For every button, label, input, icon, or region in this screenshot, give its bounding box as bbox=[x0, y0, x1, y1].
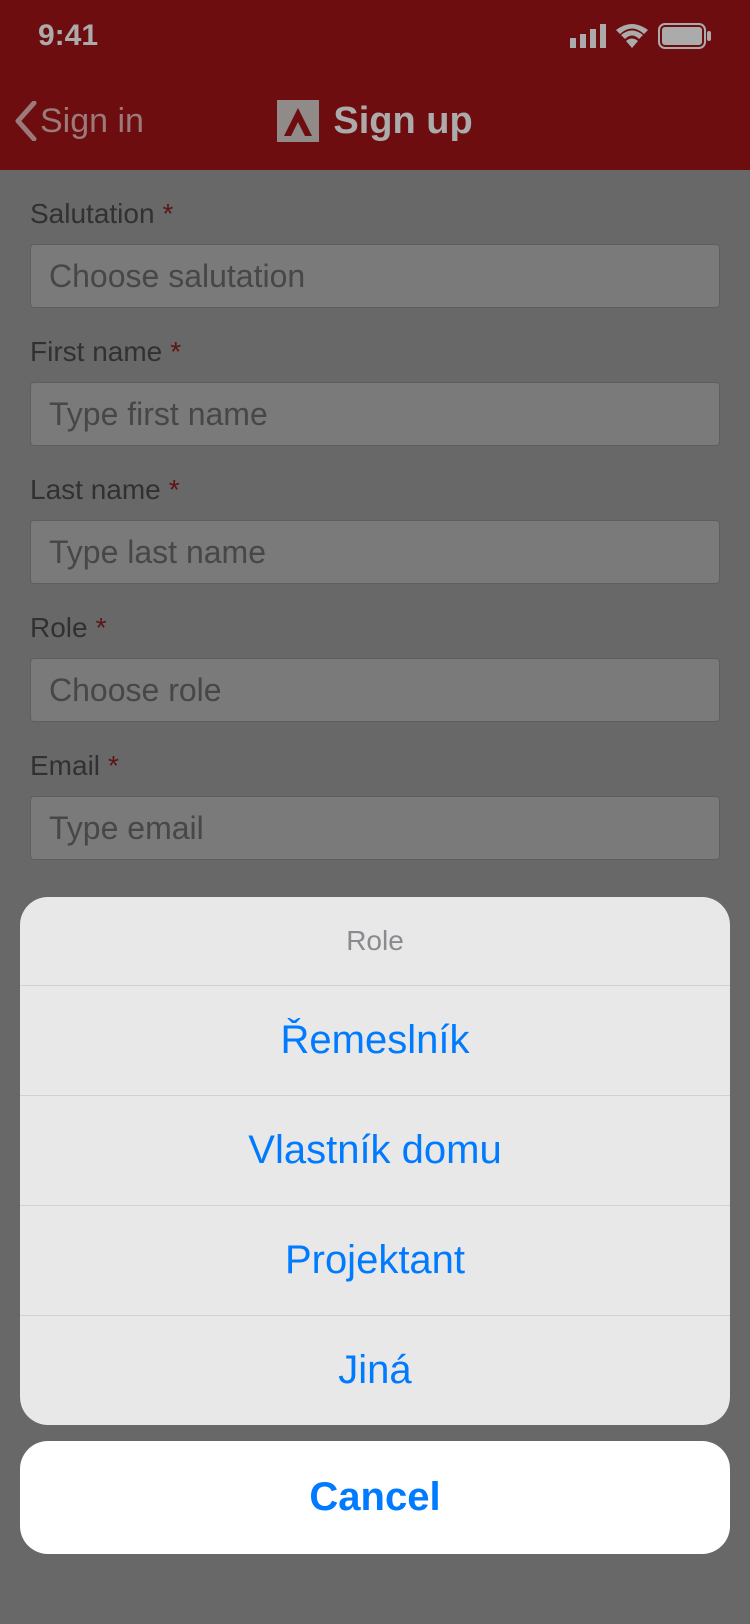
action-sheet-title: Role bbox=[20, 897, 730, 986]
action-sheet-options-group: Role Řemeslník Vlastník domu Projektant … bbox=[20, 897, 730, 1425]
role-option-vlastnik-domu[interactable]: Vlastník domu bbox=[20, 1096, 730, 1206]
role-action-sheet: Role Řemeslník Vlastník domu Projektant … bbox=[20, 897, 730, 1554]
role-option-projektant[interactable]: Projektant bbox=[20, 1206, 730, 1316]
role-option-remeslnik[interactable]: Řemeslník bbox=[20, 986, 730, 1096]
action-sheet-cancel[interactable]: Cancel bbox=[20, 1441, 730, 1554]
role-option-jina[interactable]: Jiná bbox=[20, 1316, 730, 1425]
